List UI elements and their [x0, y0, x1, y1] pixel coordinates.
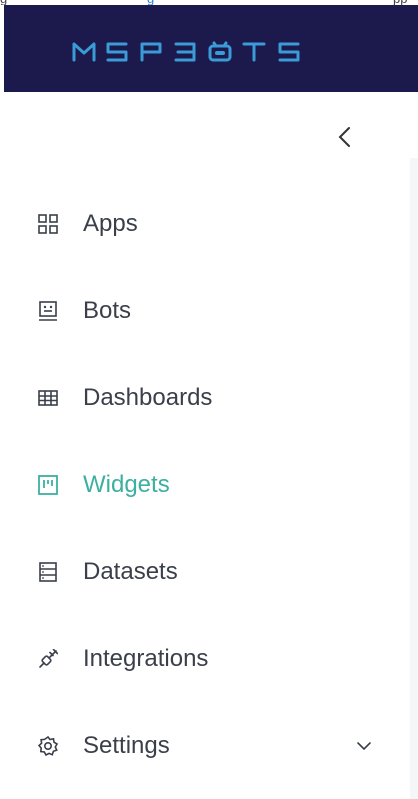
sidebar-item-widgets[interactable]: Widgets — [4, 441, 410, 528]
sidebar-item-label: Datasets — [83, 558, 178, 585]
sidebar-item-label: Settings — [83, 732, 170, 759]
sidebar-menu: Apps Bots Dashboards Widgets Datasets In… — [4, 180, 410, 789]
sidebar-item-settings[interactable]: Settings — [4, 702, 410, 789]
sidebar-item-datasets[interactable]: Datasets — [4, 528, 410, 615]
sidebar-item-dashboards[interactable]: Dashboards — [4, 354, 410, 441]
content-edge — [410, 158, 418, 799]
sidebar: Apps Bots Dashboards Widgets Datasets In… — [4, 92, 410, 799]
table-icon — [38, 388, 58, 408]
sidebar-item-label: Apps — [83, 210, 138, 237]
bot-icon — [38, 301, 58, 321]
dataset-icon — [38, 562, 58, 582]
widget-icon — [38, 475, 58, 495]
grid-icon — [38, 214, 58, 234]
sidebar-item-label: Bots — [83, 297, 132, 324]
chevron-left-icon — [338, 127, 350, 147]
sidebar-item-bots[interactable]: Bots — [4, 267, 410, 354]
app-header — [4, 5, 418, 92]
gear-icon — [38, 736, 58, 756]
collapse-sidebar-button[interactable] — [330, 122, 360, 152]
sidebar-item-integrations[interactable]: Integrations — [4, 615, 410, 702]
logo-wordmark — [72, 41, 300, 62]
sidebar-item-apps[interactable]: Apps — [4, 180, 410, 267]
sidebar-item-label: Integrations — [83, 645, 209, 672]
chevron-down-icon[interactable] — [356, 738, 372, 754]
plug-icon — [38, 649, 58, 669]
sidebar-item-label: Widgets — [83, 471, 170, 498]
sidebar-item-label: Dashboards — [83, 384, 213, 411]
brand-logo[interactable] — [72, 39, 340, 63]
